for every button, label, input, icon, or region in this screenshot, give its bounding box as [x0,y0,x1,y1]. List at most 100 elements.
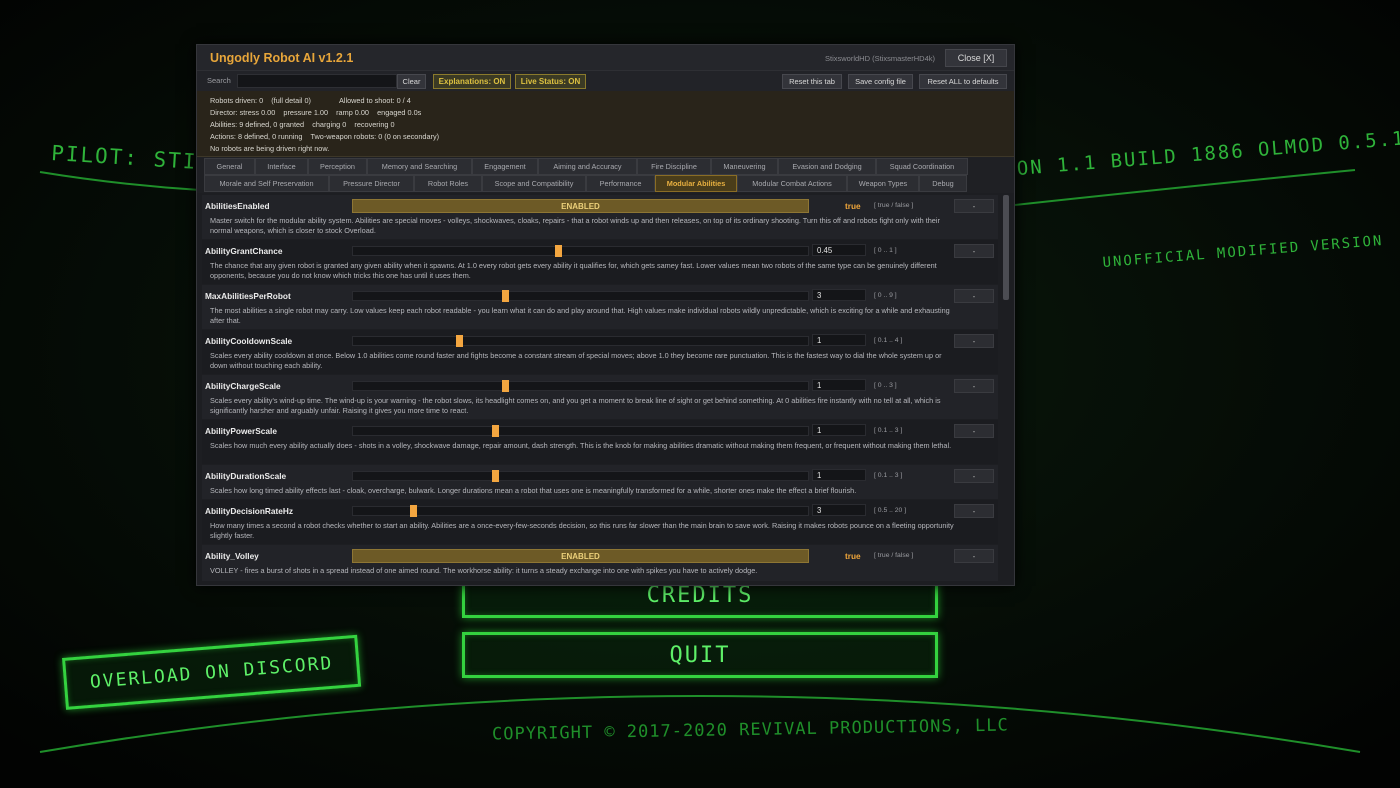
slider-track[interactable] [352,505,809,517]
setting-name: AbilityCooldownScale [205,336,293,346]
setting-row: AbilityDurationScale 1 [ 0.1 .. 3 ] - Sc… [202,465,998,499]
setting-name: Ability_Volley [205,551,259,561]
list-scrollbar[interactable] [1003,195,1009,300]
slider-handle[interactable] [410,505,417,517]
slider-track[interactable] [352,380,809,392]
tab-modular-combat-actions[interactable]: Modular Combat Actions [737,175,847,192]
save-config-button[interactable]: Save config file [848,74,913,89]
value-input[interactable]: 1 [812,334,866,346]
setting-row: MaxAbilitiesPerRobot 3 [ 0 .. 9 ] - The … [202,285,998,329]
slider-track[interactable] [352,425,809,437]
reset-all-button[interactable]: Reset ALL to defaults [919,74,1007,89]
live-status-toggle[interactable]: Live Status: ON [515,74,586,89]
live-status-panel: Robots driven: 0 (full detail 0) Allowed… [197,91,1014,157]
setting-description: VOLLEY - fires a burst of shots in a spr… [210,566,758,575]
slider-handle[interactable] [492,470,499,482]
tab-aiming-and-accuracy[interactable]: Aiming and Accuracy [538,158,637,175]
reset-setting-button[interactable]: - [954,334,994,348]
setting-range: [ true / false ] [874,202,914,209]
setting-description: Scales every ability cooldown at once. B… [210,351,942,370]
tab-general[interactable]: General [204,158,255,175]
reset-setting-button[interactable]: - [954,504,994,518]
slider-handle[interactable] [555,245,562,257]
tab-modular-abilities[interactable]: Modular Abilities [655,175,737,192]
bool-toggle[interactable]: ENABLED [352,199,809,213]
reset-setting-button[interactable]: - [954,289,994,303]
user-label: StixsworldHD (StixsmasterHD4k) [825,54,936,63]
tab-memory-and-searching[interactable]: Memory and Searching [367,158,472,175]
tab-maneuvering[interactable]: Maneuvering [711,158,778,175]
tab-engagement[interactable]: Engagement [472,158,538,175]
robot-ai-settings-window: Ungodly Robot AI v1.2.1 StixsworldHD (St… [196,44,1015,586]
clear-button[interactable]: Clear [397,74,426,89]
tab-morale-and-self-preservation[interactable]: Morale and Self Preservation [204,175,329,192]
setting-name: AbilityPowerScale [205,426,277,436]
toolbar: Search Clear Explanations: ON Live Statu… [197,70,1014,91]
value-input[interactable]: 1 [812,379,866,391]
setting-value: true [845,201,861,211]
status-line: No robots are being driven right now. [210,144,330,153]
window-title: Ungodly Robot AI v1.2.1 [210,51,354,65]
setting-row: AbilitiesEnabled ENABLED true [ true / f… [202,195,998,239]
slider-track[interactable] [352,245,809,257]
setting-description: Scales every ability's wind-up time. The… [210,396,941,415]
quit-button[interactable]: QUIT [462,632,938,678]
tab-performance[interactable]: Performance [586,175,655,192]
reset-setting-button[interactable]: - [954,549,994,563]
reset-setting-button[interactable]: - [954,424,994,438]
tab-robot-roles[interactable]: Robot Roles [414,175,482,192]
slider-track[interactable] [352,290,809,302]
tab-pressure-director[interactable]: Pressure Director [329,175,414,192]
reset-setting-button[interactable]: - [954,469,994,483]
setting-range: [ 0.1 .. 3 ] [874,472,903,479]
tab-evasion-and-dodging[interactable]: Evasion and Dodging [778,158,876,175]
explanations-toggle[interactable]: Explanations: ON [433,74,511,89]
slider-handle[interactable] [456,335,463,347]
slider-track[interactable] [352,470,809,482]
value-input[interactable]: 0.45 [812,244,866,256]
tab-scope-and-compatibility[interactable]: Scope and Compatibility [482,175,586,192]
setting-row: AbilityChargeScale 1 [ 0 .. 3 ] - Scales… [202,375,998,419]
setting-description: The most abilities a single robot may ca… [210,306,950,325]
setting-range: [ 0.1 .. 4 ] [874,337,903,344]
title-bar: Ungodly Robot AI v1.2.1 StixsworldHD (St… [197,45,1014,70]
tab-perception[interactable]: Perception [308,158,367,175]
tab-weapon-types[interactable]: Weapon Types [847,175,919,192]
search-input[interactable] [237,74,397,88]
setting-range: [ 0.1 .. 3 ] [874,427,903,434]
slider-handle[interactable] [492,425,499,437]
reset-setting-button[interactable]: - [954,199,994,213]
tab-interface[interactable]: Interface [255,158,308,175]
reset-setting-button[interactable]: - [954,379,994,393]
slider-track[interactable] [352,335,809,347]
tab-debug[interactable]: Debug [919,175,967,192]
setting-range: [ 0 .. 3 ] [874,382,897,389]
setting-name: MaxAbilitiesPerRobot [205,291,291,301]
setting-description: Master switch for the modular ability sy… [210,216,940,235]
setting-row: AbilityPowerScale 1 [ 0.1 .. 3 ] - Scale… [202,420,998,464]
value-input[interactable]: 1 [812,424,866,436]
setting-description: Scales how much every ability actually d… [210,441,952,450]
setting-range: [ 0.5 .. 20 ] [874,507,907,514]
tab-squad-coordination[interactable]: Squad Coordination [876,158,968,175]
setting-description: The chance that any given robot is grant… [210,261,937,280]
slider-handle[interactable] [502,380,509,392]
reset-tab-button[interactable]: Reset this tab [782,74,842,89]
value-input[interactable]: 1 [812,469,866,481]
setting-name: AbilityGrantChance [205,246,283,256]
bool-toggle[interactable]: ENABLED [352,549,809,563]
tab-bar: General Interface Perception Memory and … [197,157,1014,193]
value-input[interactable]: 3 [812,504,866,516]
status-line: Director: stress 0.00 pressure 1.00 ramp… [210,108,422,117]
tab-fire-discipline[interactable]: Fire Discipline [637,158,711,175]
value-input[interactable]: 3 [812,289,866,301]
setting-description: Scales how long timed ability effects la… [210,486,857,495]
setting-range: [ 0 .. 1 ] [874,247,897,254]
reset-setting-button[interactable]: - [954,244,994,258]
setting-range: [ 0 .. 9 ] [874,292,897,299]
close-button[interactable]: Close [X] [945,49,1007,67]
status-line: Actions: 8 defined, 0 running Two-weapon… [210,132,440,141]
setting-name: AbilityDecisionRateHz [205,506,294,516]
setting-row: Ability_Volley ENABLED true [ true / fal… [202,545,998,581]
slider-handle[interactable] [502,290,509,302]
